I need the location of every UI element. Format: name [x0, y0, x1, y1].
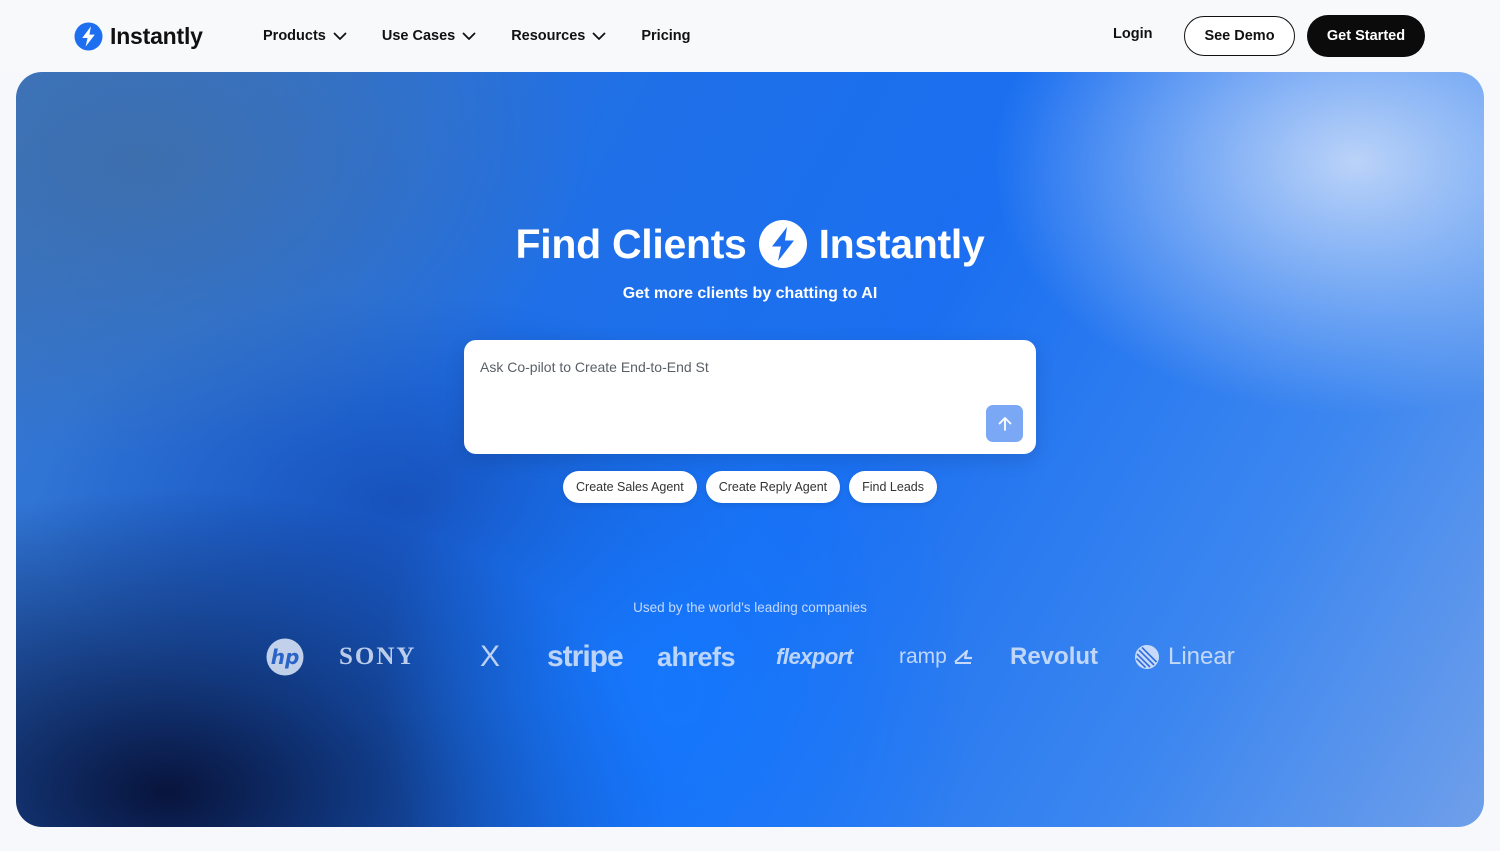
linear-logo: Linear — [1134, 634, 1235, 680]
flexport-logo: flexport — [776, 644, 853, 669]
login-link[interactable]: Login — [1113, 26, 1152, 42]
chip-create-sales-agent[interactable]: Create Sales Agent — [563, 471, 697, 503]
hero-title-right: Instantly — [818, 220, 985, 267]
linear-logo-text: Linear — [1168, 643, 1235, 670]
see-demo-button[interactable]: See Demo — [1184, 16, 1295, 56]
ramp-logo-text: ramp — [899, 645, 947, 668]
chevron-down-icon — [333, 32, 347, 40]
menu-item-products[interactable]: Products — [263, 24, 348, 48]
revolut-logo: Revolut — [1010, 643, 1099, 670]
send-prompt-button[interactable] — [986, 405, 1023, 442]
hero-title-left: Find Clients — [515, 220, 747, 267]
arrow-up-icon — [998, 416, 1011, 431]
x-logo: X — [480, 640, 501, 673]
lightning-bolt-icon — [74, 21, 103, 51]
linear-mark-icon — [1135, 645, 1159, 669]
chip-find-leads[interactable]: Find Leads — [849, 471, 937, 503]
menu-item-pricing[interactable]: Pricing — [641, 24, 690, 48]
chevron-down-icon — [462, 32, 476, 40]
trusted-by-text: Used by the world's leading companies — [633, 600, 867, 615]
get-started-button[interactable]: Get Started — [1307, 15, 1425, 57]
chevron-down-icon — [592, 32, 606, 40]
top-navigation: Instantly Products Use Cases Resources P… — [0, 0, 1500, 72]
brand-logo-link[interactable]: Instantly — [74, 20, 203, 52]
ahrefs-logo: ahrefs — [657, 641, 736, 672]
customer-logos: hp SONY X stripe ahrefs flexport ramp Re… — [266, 634, 1236, 682]
stripe-logo: stripe — [547, 640, 624, 673]
menu-item-label: Use Cases — [381, 28, 456, 44]
hero-subtitle: Get more clients by chatting to AI — [622, 285, 878, 302]
menu-item-label: Pricing — [641, 28, 691, 44]
menu-item-use-cases[interactable]: Use Cases — [382, 24, 477, 48]
hero-title: Find Clients Instantly — [16, 220, 1484, 268]
suggestion-chips: Create Sales Agent Create Reply Agent Fi… — [16, 471, 1484, 503]
menu-item-label: Resources — [511, 28, 586, 44]
brand-name: Instantly — [110, 22, 203, 49]
chip-create-reply-agent[interactable]: Create Reply Agent — [705, 471, 841, 503]
copilot-prompt-input[interactable] — [480, 354, 980, 380]
main-menu: Products Use Cases Resources Pricing — [263, 24, 691, 48]
copilot-prompt-box — [464, 340, 1036, 454]
hp-logo-icon: hp — [266, 638, 304, 676]
ramp-mark-icon — [954, 649, 972, 664]
ramp-logo: ramp — [899, 634, 973, 680]
menu-item-resources[interactable]: Resources — [511, 24, 607, 48]
hp-logo: hp — [266, 634, 304, 680]
sony-logo: SONY — [339, 643, 417, 670]
hero-section: Find Clients Instantly Get more clients … — [16, 72, 1484, 827]
svg-text:hp: hp — [271, 645, 300, 669]
menu-item-label: Products — [263, 28, 326, 44]
lightning-bolt-icon — [758, 220, 807, 268]
